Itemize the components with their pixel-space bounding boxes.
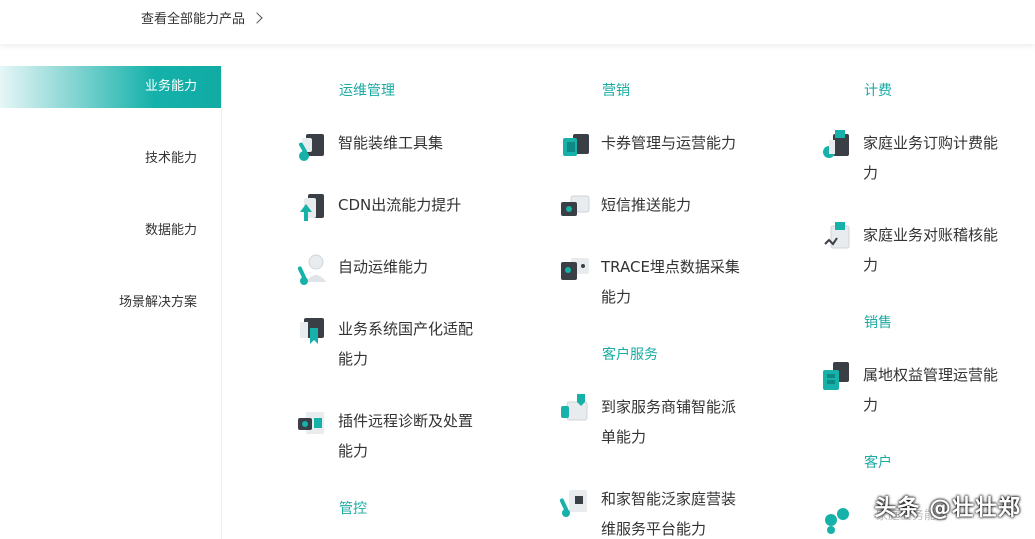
product-item[interactable]: 卡券管理与运营能力 xyxy=(559,128,736,162)
category-billing[interactable]: 计费 xyxy=(864,80,892,100)
sidebar-item-label: 业务能力 xyxy=(144,79,197,94)
product-item[interactable]: 插件远程诊断及处置 能力 xyxy=(296,406,473,466)
product-title-line2: 维服务平台能力 xyxy=(601,520,707,538)
sidebar-item-label: 场景解决方案 xyxy=(118,295,197,310)
watermark: 头条 @壮壮郑 xyxy=(874,496,1021,521)
product-title: 到家服务商铺智能派 xyxy=(601,398,737,416)
trace-data-icon xyxy=(561,258,589,280)
product-title: 自动运维能力 xyxy=(338,258,429,276)
product-title-line2: 力 xyxy=(863,164,879,182)
product-title-line2: 能力 xyxy=(338,442,369,460)
product-title: 插件远程诊断及处置 xyxy=(338,412,474,430)
product-title-line2: 能力 xyxy=(601,288,632,306)
category-control[interactable]: 管控 xyxy=(339,498,367,518)
product-title: 家庭业务订购计费能 xyxy=(863,134,999,152)
category-customer-service[interactable]: 客户服务 xyxy=(602,344,658,364)
product-title: 短信推送能力 xyxy=(601,196,692,214)
sms-push-icon xyxy=(561,195,590,216)
cdn-upload-icon xyxy=(300,194,324,221)
product-title: CDN出流能力提升 xyxy=(338,196,462,214)
product-item[interactable]: 智能装维工具集 xyxy=(296,128,443,162)
billing-icon xyxy=(823,130,849,158)
sidebar-item-label: 技术能力 xyxy=(144,151,197,166)
product-title-line2: 力 xyxy=(863,256,879,274)
auto-ops-icon xyxy=(297,254,326,285)
sidebar: 业务能力 技术能力 数据能力 场景解决方案 xyxy=(0,66,222,539)
view-all-label: 查看全部能力产品 xyxy=(141,12,246,27)
category-ops-management[interactable]: 运维管理 xyxy=(339,80,395,100)
product-item[interactable]: 和家智能泛家庭营装 维服务平台能力 xyxy=(559,484,736,539)
product-title: TRACE埋点数据采集 xyxy=(601,258,740,276)
product-title-line2: 能力 xyxy=(338,350,369,368)
product-item[interactable]: 属地权益管理运营能 力 xyxy=(821,360,998,420)
product-title: 和家智能泛家庭营装 xyxy=(601,490,737,508)
product-title: 属地权益管理运营能 xyxy=(863,366,999,384)
product-title-line2: 单能力 xyxy=(601,428,647,446)
view-all-products-link[interactable]: 查看全部能力产品 xyxy=(141,8,263,27)
product-title: 业务系统国产化适配 xyxy=(338,320,474,338)
product-item[interactable]: 短信推送能力 xyxy=(559,190,691,224)
product-item[interactable]: 到家服务商铺智能派 单能力 xyxy=(559,392,736,452)
localization-adapter-icon xyxy=(300,318,324,344)
toolkit-icon xyxy=(299,134,324,161)
category-marketing[interactable]: 营销 xyxy=(602,80,630,100)
sidebar-item-technology[interactable]: 技术能力 xyxy=(145,138,197,180)
smart-home-platform-icon xyxy=(559,490,587,517)
category-sales[interactable]: 销售 xyxy=(864,312,892,332)
remote-diagnosis-icon xyxy=(298,412,324,434)
product-title: 智能装维工具集 xyxy=(338,134,444,152)
sidebar-item-business[interactable]: 业务能力 xyxy=(0,66,221,108)
product-item[interactable]: CDN出流能力提升 xyxy=(296,190,461,224)
sidebar-item-scenario-solutions[interactable]: 场景解决方案 xyxy=(119,282,197,324)
product-title: 卡券管理与运营能力 xyxy=(601,134,737,152)
sidebar-item-label: 数据能力 xyxy=(144,223,197,238)
rights-management-icon xyxy=(823,362,849,390)
home-service-icon xyxy=(561,394,588,421)
product-item[interactable]: 业务系统国产化适配 能力 xyxy=(296,314,473,374)
top-bar: 查看全部能力产品 xyxy=(0,0,1035,44)
chevron-right-icon xyxy=(251,11,263,24)
product-item[interactable]: 家庭业务对账稽核能 力 xyxy=(821,220,998,280)
customer-icon xyxy=(825,508,849,534)
product-item[interactable]: 自动运维能力 xyxy=(296,252,428,286)
reconciliation-icon xyxy=(824,222,850,249)
coupon-icon xyxy=(563,134,589,156)
product-title-line2: 力 xyxy=(863,396,879,414)
product-item[interactable]: 家庭业务订购计费能 力 xyxy=(821,128,998,188)
product-title: 家庭业务对账稽核能 xyxy=(863,226,999,244)
category-customer[interactable]: 客户 xyxy=(864,452,892,472)
product-item[interactable]: TRACE埋点数据采集 能力 xyxy=(559,252,740,312)
sidebar-item-data[interactable]: 数据能力 xyxy=(145,210,197,252)
